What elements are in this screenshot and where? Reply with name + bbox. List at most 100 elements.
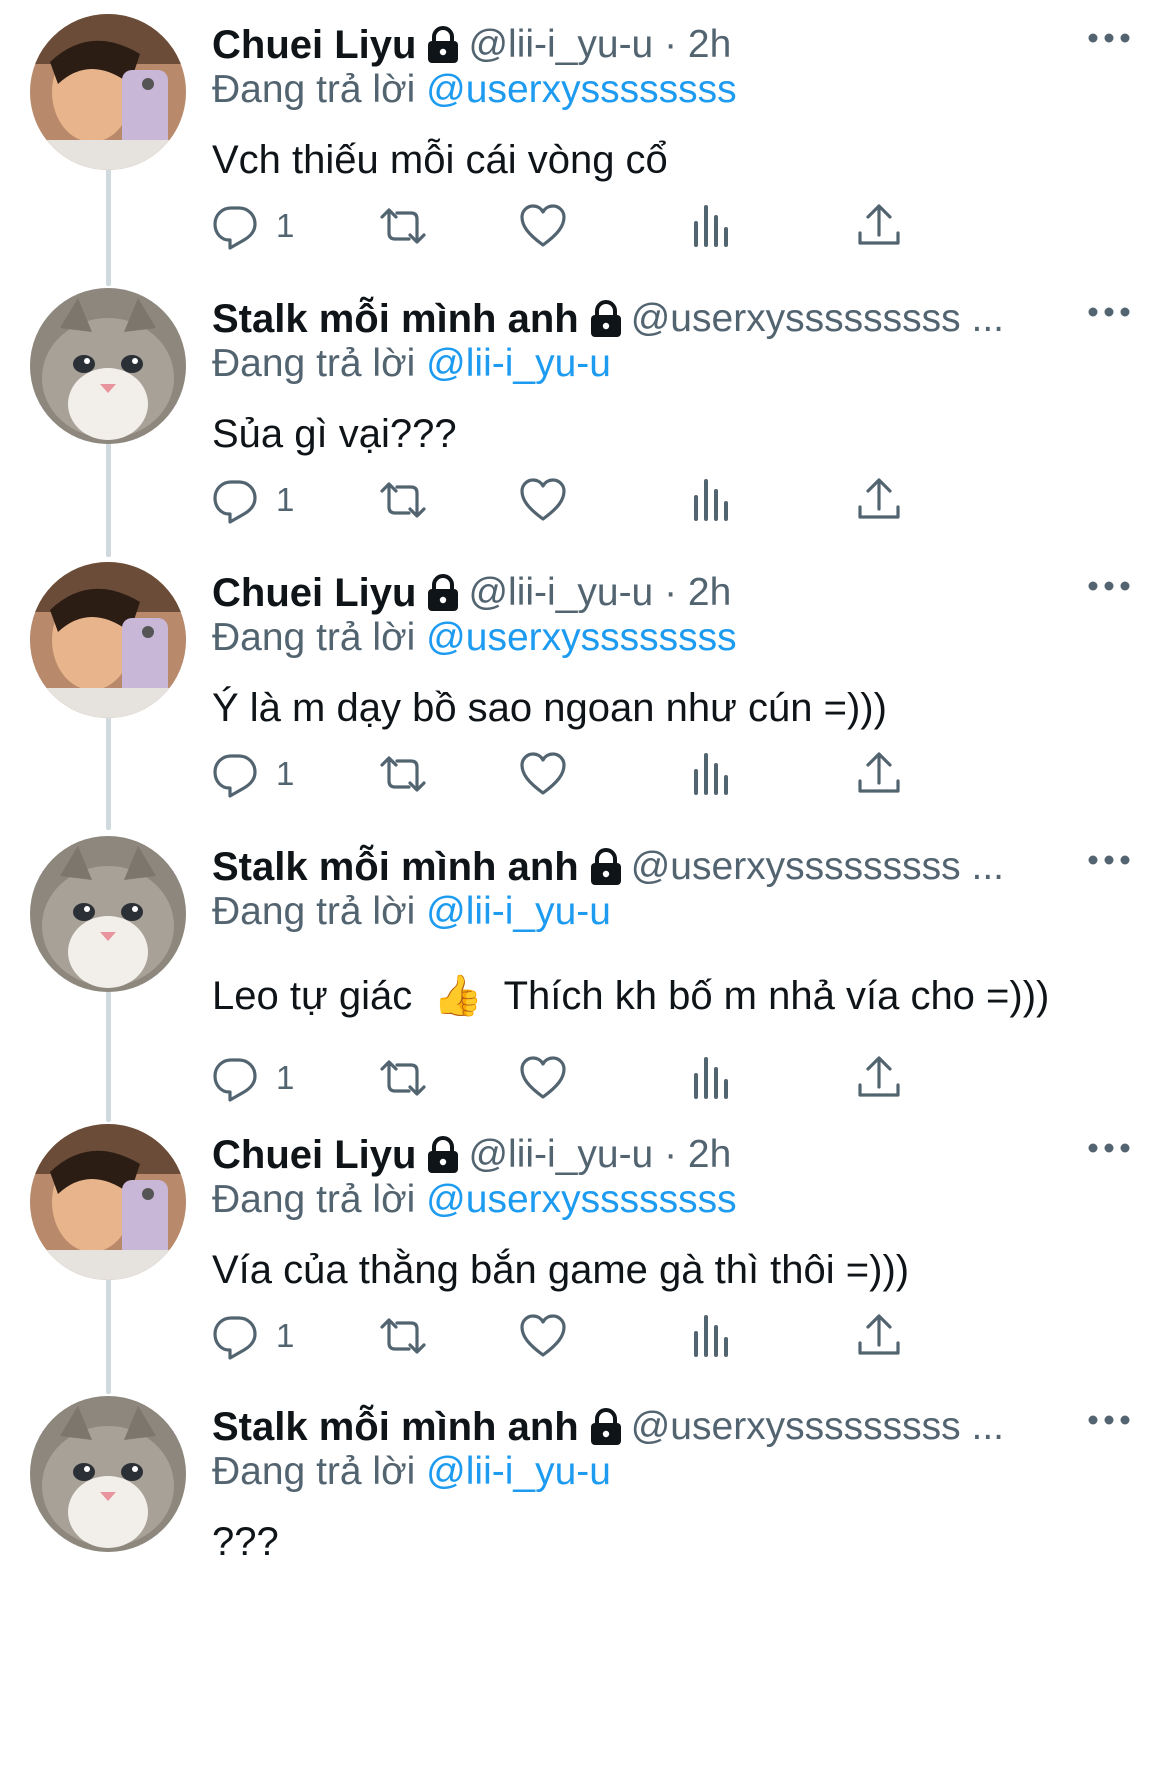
reply-count: 1	[276, 481, 295, 518]
more-icon[interactable]	[1086, 28, 1132, 48]
tweet-header: Stalk mỗi mình anh @userxysssssssss ...	[212, 1402, 1004, 1452]
share-icon	[858, 1314, 900, 1355]
replying-to-label: Đang trả lời	[212, 1178, 416, 1221]
more-icon[interactable]	[1086, 1410, 1132, 1430]
share-icon	[858, 204, 900, 245]
analytics-button[interactable]	[686, 1048, 736, 1108]
tweet-text: Sủa gì vại???	[212, 412, 457, 456]
reply-count: 1	[276, 1059, 295, 1096]
mention-link[interactable]: @lii-i_yu-u	[426, 342, 611, 385]
like-button[interactable]	[518, 744, 568, 804]
share-icon	[858, 752, 900, 793]
share-button[interactable]	[854, 744, 904, 804]
retweet-button[interactable]	[378, 1306, 428, 1366]
lock-icon	[428, 574, 459, 611]
analytics-button[interactable]	[686, 470, 736, 530]
reply-button[interactable]: 1	[212, 196, 294, 256]
handle-and-time[interactable]: @lii-i_yu-u · 2h	[468, 23, 731, 67]
tweet[interactable]: Stalk mỗi mình anh @userxysssssssss ... …	[0, 836, 1170, 1126]
display-name[interactable]: Chuei Liyu	[212, 571, 416, 616]
tweet-header: Chuei Liyu @lii-i_yu-u · 2h	[212, 568, 731, 618]
more-icon[interactable]	[1086, 1138, 1132, 1158]
mention-link[interactable]: @userxyssssssss	[426, 68, 736, 111]
reply-button[interactable]: 1	[212, 1048, 294, 1108]
analytics-icon	[694, 479, 728, 521]
analytics-button[interactable]	[686, 196, 736, 256]
share-button[interactable]	[854, 196, 904, 256]
lock-icon	[428, 1136, 459, 1173]
tweet-header: Stalk mỗi mình anh @userxysssssssss ...	[212, 294, 1004, 344]
mention-link[interactable]: @lii-i_yu-u	[426, 1450, 611, 1493]
reply-icon	[213, 1058, 257, 1102]
action-bar: 1	[212, 470, 1032, 530]
lock-icon	[428, 26, 459, 63]
retweet-button[interactable]	[378, 1048, 428, 1108]
reply-button[interactable]: 1	[212, 1306, 294, 1366]
like-button[interactable]	[518, 1048, 568, 1108]
analytics-button[interactable]	[686, 744, 736, 804]
display-name[interactable]: Chuei Liyu	[212, 23, 416, 68]
tweet[interactable]: Chuei Liyu @lii-i_yu-u · 2h Đang trả lời…	[0, 1124, 1170, 1386]
tweet[interactable]: Stalk mỗi mình anh @userxysssssssss ... …	[0, 288, 1170, 550]
handle-and-time[interactable]: @userxysssssssss ...	[631, 845, 1004, 889]
lock-icon	[590, 1408, 621, 1445]
retweet-icon	[380, 1060, 426, 1096]
display-name[interactable]: Stalk mỗi mình anh	[212, 1405, 579, 1450]
reply-icon	[213, 754, 257, 798]
reply-icon	[213, 206, 257, 250]
retweet-button[interactable]	[378, 470, 428, 530]
more-icon[interactable]	[1086, 576, 1132, 596]
mention-link[interactable]: @lii-i_yu-u	[426, 890, 611, 933]
handle-and-time[interactable]: @userxysssssssss ...	[631, 1405, 1004, 1449]
more-icon[interactable]	[1086, 850, 1132, 870]
user-avatar[interactable]	[30, 562, 186, 718]
user-avatar[interactable]	[30, 1124, 186, 1280]
like-icon	[520, 1314, 566, 1357]
share-button[interactable]	[854, 470, 904, 530]
retweet-icon	[380, 208, 426, 244]
like-button[interactable]	[518, 1306, 568, 1366]
replying-to: Đang trả lời @lii-i_yu-u	[212, 1450, 611, 1494]
user-avatar[interactable]	[30, 836, 186, 992]
thumbs-up-emoji: 👍	[433, 974, 484, 1018]
action-bar: 1	[212, 196, 1032, 256]
handle-and-time[interactable]: @userxysssssssss ...	[631, 297, 1004, 341]
like-button[interactable]	[518, 470, 568, 530]
tweet-text: Leo tự giác 👍 Thích kh bố m nhả vía cho …	[212, 972, 1049, 1019]
display-name[interactable]: Stalk mỗi mình anh	[212, 845, 579, 890]
reply-button[interactable]: 1	[212, 470, 294, 530]
analytics-icon	[694, 753, 728, 795]
person-selfie-avatar	[30, 14, 186, 170]
tweet-text: Vch thiếu mỗi cái vòng cổ	[212, 138, 668, 182]
retweet-button[interactable]	[378, 196, 428, 256]
share-button[interactable]	[854, 1306, 904, 1366]
person-selfie-avatar	[30, 562, 186, 718]
mention-link[interactable]: @userxyssssssss	[426, 1178, 736, 1221]
handle-and-time[interactable]: @lii-i_yu-u · 2h	[468, 1133, 731, 1177]
tweet-text-part: Thích kh bố m nhả vía cho =)))	[503, 974, 1050, 1018]
replying-to: Đang trả lời @userxyssssssss	[212, 616, 737, 660]
analytics-button[interactable]	[686, 1306, 736, 1366]
user-avatar[interactable]	[30, 288, 186, 444]
user-avatar[interactable]	[30, 14, 186, 170]
share-button[interactable]	[854, 1048, 904, 1108]
mention-link[interactable]: @userxyssssssss	[426, 616, 736, 659]
tweet-header: Stalk mỗi mình anh @userxysssssssss ...	[212, 842, 1004, 892]
replying-to-label: Đang trả lời	[212, 890, 416, 933]
retweet-button[interactable]	[378, 744, 428, 804]
tweet-text-part: Leo tự giác	[212, 974, 413, 1018]
replying-to-label: Đang trả lời	[212, 68, 416, 111]
reply-button[interactable]: 1	[212, 744, 294, 804]
more-icon[interactable]	[1086, 302, 1132, 322]
tweet[interactable]: Chuei Liyu @lii-i_yu-u · 2h Đang trả lời…	[0, 562, 1170, 824]
handle-and-time[interactable]: @lii-i_yu-u · 2h	[468, 571, 731, 615]
action-bar: 1	[212, 1048, 1032, 1108]
tweet[interactable]: Stalk mỗi mình anh @userxysssssssss ... …	[0, 1396, 1170, 1596]
tweet[interactable]: Chuei Liyu @lii-i_yu-u · 2h Đang trả lời…	[0, 14, 1170, 276]
user-avatar[interactable]	[30, 1396, 186, 1552]
display-name[interactable]: Chuei Liyu	[212, 1133, 416, 1178]
tweet-text: ???	[212, 1520, 279, 1564]
like-button[interactable]	[518, 196, 568, 256]
display-name[interactable]: Stalk mỗi mình anh	[212, 297, 579, 342]
replying-to: Đang trả lời @lii-i_yu-u	[212, 890, 611, 934]
